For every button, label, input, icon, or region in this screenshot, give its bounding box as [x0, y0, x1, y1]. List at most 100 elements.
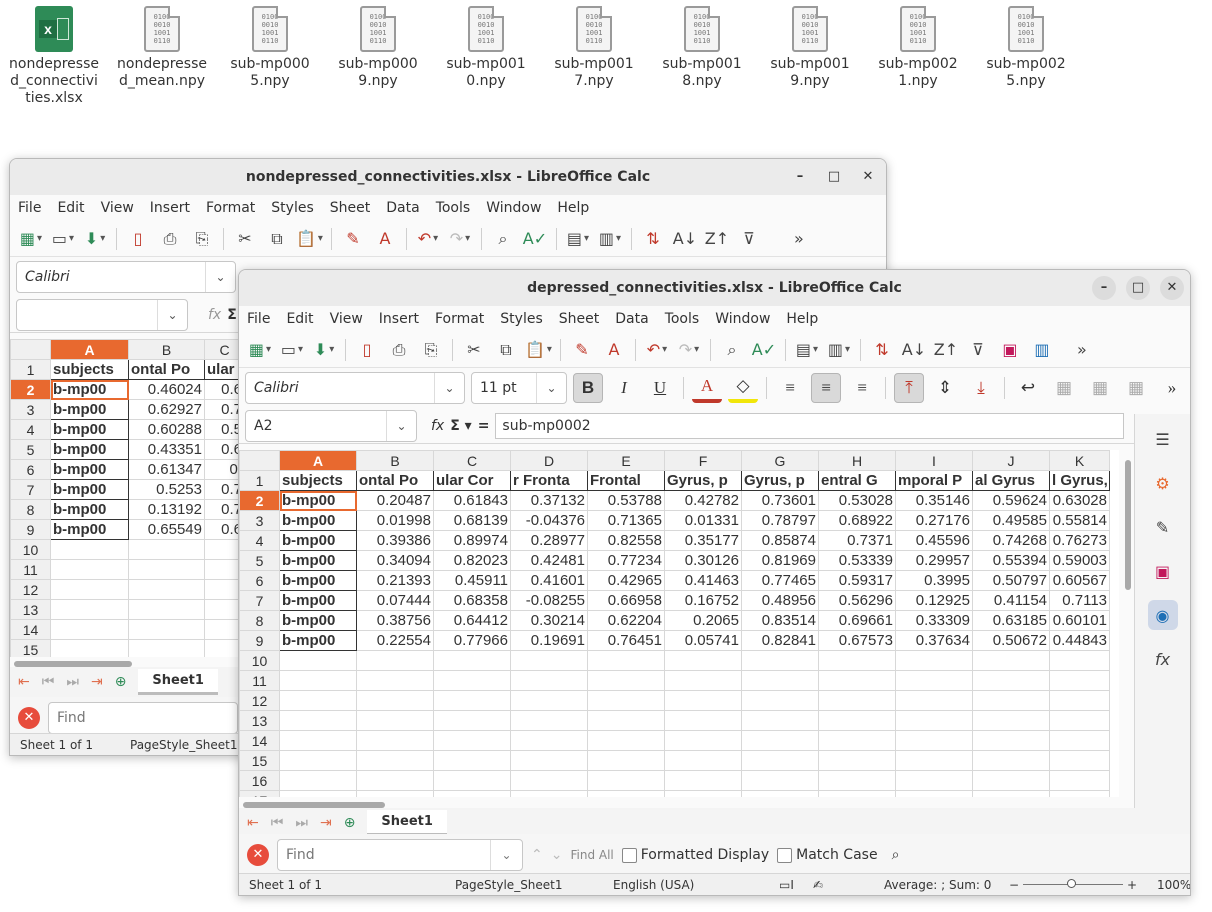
cell[interactable]: 0.53339 — [818, 550, 896, 571]
cell[interactable] — [204, 579, 242, 600]
print-preview-icon[interactable]: ⎘ — [189, 226, 215, 252]
add-sheet-icon[interactable]: ⊕ — [115, 674, 127, 690]
row-header[interactable]: 9 — [239, 630, 280, 651]
save-icon[interactable]: ⬇ — [82, 226, 108, 252]
cell[interactable]: 0.46024 — [128, 379, 205, 400]
zoom-out-icon[interactable]: − — [1009, 878, 1019, 892]
sort-icon[interactable]: ⇅ — [869, 337, 895, 363]
cell[interactable] — [279, 670, 357, 691]
cell[interactable]: 0.50797 — [972, 570, 1050, 591]
cell[interactable]: 0.82023 — [433, 550, 511, 571]
paste-icon[interactable]: 📋 — [296, 226, 323, 252]
menu-file[interactable]: File — [18, 200, 41, 216]
cell[interactable]: b-mp00 — [279, 490, 357, 511]
cell[interactable] — [50, 599, 129, 620]
functions-icon[interactable]: fx — [1148, 644, 1178, 674]
cell[interactable]: -0.04376 — [510, 510, 588, 531]
cell[interactable]: 0.37132 — [510, 490, 588, 511]
function-wizard-icon[interactable]: fx — [431, 418, 444, 434]
more-options-icon[interactable]: » — [1069, 337, 1095, 363]
column-header[interactable]: A — [279, 450, 357, 471]
maximize-button[interactable]: □ — [1126, 276, 1150, 300]
cell[interactable]: 0.6 — [204, 519, 242, 540]
cell[interactable]: Gyrus, p — [664, 470, 742, 491]
image-icon[interactable]: ▣ — [997, 337, 1023, 363]
cell[interactable] — [356, 750, 434, 771]
cell[interactable] — [279, 730, 357, 751]
row-header[interactable]: 5 — [239, 550, 280, 571]
cell[interactable] — [587, 670, 665, 691]
column-header[interactable]: H — [818, 450, 896, 471]
cell[interactable] — [433, 730, 511, 751]
export-pdf-icon[interactable]: ▯ — [125, 226, 151, 252]
open-folder-icon[interactable]: ▭ — [50, 226, 76, 252]
cell[interactable]: -0.08255 — [510, 590, 588, 611]
row-header[interactable]: 13 — [10, 599, 51, 620]
menu-tools[interactable]: Tools — [436, 200, 471, 216]
cell[interactable] — [128, 599, 205, 620]
cell[interactable] — [972, 710, 1050, 731]
menu-insert[interactable]: Insert — [150, 200, 190, 216]
menu-insert[interactable]: Insert — [379, 311, 419, 327]
cell[interactable] — [279, 690, 357, 711]
row-icon[interactable]: ▤ — [794, 337, 820, 363]
cell[interactable]: ular Cor — [433, 470, 511, 491]
cell[interactable] — [741, 670, 819, 691]
cell[interactable]: b-mp00 — [279, 550, 357, 571]
row-header[interactable]: 11 — [10, 559, 51, 580]
redo-icon[interactable]: ↷ — [447, 226, 473, 252]
cell[interactable]: 0.37634 — [895, 630, 973, 651]
cell[interactable] — [664, 650, 742, 671]
cell[interactable]: 0.50672 — [972, 630, 1050, 651]
menu-format[interactable]: Format — [206, 200, 255, 216]
spreadsheet-grid[interactable]: A B C D E F G H I J K 1 subjects ontal Po ular Cor r Fr… — [239, 450, 1119, 797]
cell[interactable]: ontal Po — [128, 359, 205, 380]
menu-file[interactable]: File — [247, 311, 270, 327]
close-find-icon[interactable]: ✕ — [247, 844, 269, 866]
column-header[interactable]: J — [972, 450, 1050, 471]
cell[interactable] — [1049, 650, 1110, 671]
cell[interactable] — [128, 559, 205, 580]
cell[interactable] — [818, 710, 896, 731]
autofilter-icon[interactable]: ⊽ — [736, 226, 762, 252]
cell[interactable]: 0.66958 — [587, 590, 665, 611]
cell[interactable] — [741, 750, 819, 771]
cell[interactable]: 0. — [204, 459, 242, 480]
cell[interactable]: b-mp00 — [279, 530, 357, 551]
cell[interactable]: 0.82841 — [741, 630, 819, 651]
cell[interactable] — [895, 730, 973, 751]
cell[interactable]: 0.13192 — [128, 499, 205, 520]
sort-icon[interactable]: ⇅ — [640, 226, 666, 252]
cell[interactable]: 0.7 — [204, 499, 242, 520]
cell[interactable] — [510, 730, 588, 751]
print-preview-icon[interactable]: ⎘ — [418, 337, 444, 363]
cell[interactable]: 0.61843 — [433, 490, 511, 511]
cell[interactable] — [587, 750, 665, 771]
cell[interactable] — [128, 639, 205, 657]
cell[interactable] — [50, 639, 129, 657]
cell[interactable]: 0.89974 — [433, 530, 511, 551]
column-header[interactable]: I — [895, 450, 973, 471]
clear-format-icon[interactable]: A — [372, 226, 398, 252]
align-left-icon[interactable]: ≡ — [775, 373, 805, 403]
cell[interactable]: 0.85874 — [741, 530, 819, 551]
cell[interactable]: 0.73601 — [741, 490, 819, 511]
align-bottom-icon[interactable]: ⤓ — [966, 373, 996, 403]
desktop-file[interactable]: 0100 0010 1001 0110 sub-mp0009.npy — [332, 6, 424, 90]
cell[interactable]: 0.55814 — [1049, 510, 1110, 531]
row-header[interactable]: 4 — [10, 419, 51, 440]
row-header[interactable]: 6 — [10, 459, 51, 480]
cell[interactable] — [204, 639, 242, 657]
cell[interactable]: b-mp00 — [279, 610, 357, 631]
cell[interactable]: 0.33309 — [895, 610, 973, 631]
cell[interactable]: b-mp00 — [50, 499, 129, 520]
cell[interactable]: 0.12925 — [895, 590, 973, 611]
cell[interactable]: 0.19691 — [510, 630, 588, 651]
cell[interactable]: Frontal — [587, 470, 665, 491]
cell[interactable]: r Fronta — [510, 470, 588, 491]
cell[interactable] — [587, 650, 665, 671]
vertical-scrollbar[interactable] — [1125, 460, 1131, 590]
cell[interactable]: b-mp00 — [279, 630, 357, 651]
chevron-down-icon[interactable]: ⌄ — [157, 299, 187, 330]
cell[interactable]: b-mp00 — [50, 479, 129, 500]
